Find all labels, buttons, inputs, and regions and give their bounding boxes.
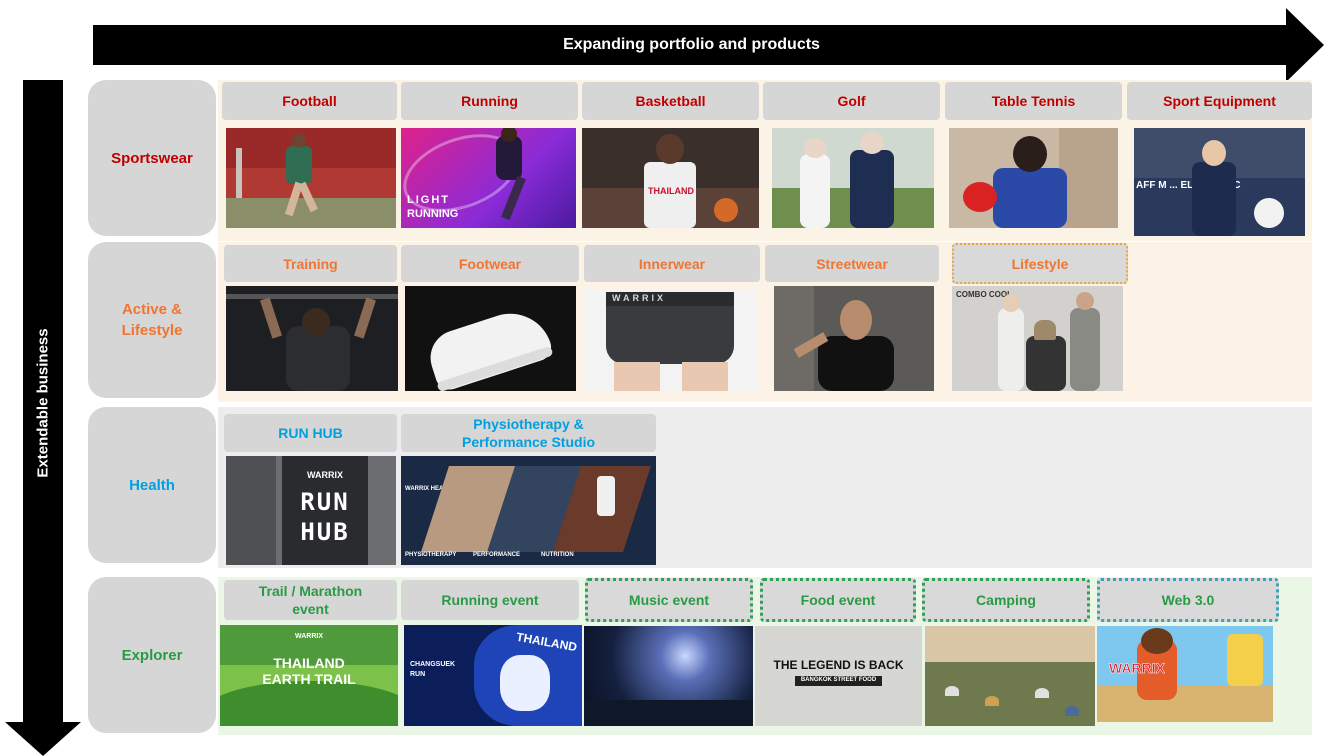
row-label-health: Health xyxy=(88,407,216,563)
changsuek-text-2: RUN xyxy=(410,671,426,678)
photo-run-hub: WARRIX RUN HUB xyxy=(226,456,396,565)
photo-streetwear xyxy=(774,286,934,391)
business-arrow-label-wrap: Extendable business xyxy=(23,80,63,725)
photo-football xyxy=(226,128,396,228)
row-label-sportswear-text: Sportswear xyxy=(111,149,193,167)
category-football: Football xyxy=(222,82,397,120)
category-innerwear-label: Innerwear xyxy=(638,255,706,272)
trail-text-1: THAILAND xyxy=(273,655,345,671)
photo-music-event xyxy=(584,626,753,726)
category-running: Running xyxy=(401,82,578,120)
category-training: Training xyxy=(224,245,397,282)
category-innerwear: Innerwear xyxy=(584,245,760,282)
category-web3: Web 3.0 xyxy=(1097,578,1279,622)
category-sport-equipment: Sport Equipment xyxy=(1127,82,1312,120)
category-running-event-label: Running event xyxy=(441,592,539,608)
business-arrow-label: Extendable business xyxy=(34,327,52,478)
category-running-event: Running event xyxy=(401,580,579,620)
physio-tag-3: NUTRITION xyxy=(541,552,574,558)
photo-golf xyxy=(772,128,934,228)
photo-physiotherapy: WARRIX HEALTH PHYSIOTHERAPY PERFORMANCE … xyxy=(401,456,656,565)
run-hub-text-2: HUB xyxy=(300,518,350,546)
photo-training xyxy=(226,286,398,391)
category-music-event: Music event xyxy=(585,578,753,622)
portfolio-arrow-head xyxy=(1286,8,1324,82)
category-table-tennis-label: Table Tennis xyxy=(991,93,1076,109)
category-golf: Golf xyxy=(763,82,940,120)
photo-sport-equipment: AFF M ... ELECTRIC C xyxy=(1134,128,1305,236)
physio-tag-1: PHYSIOTHERAPY xyxy=(405,552,457,558)
category-streetwear: Streetwear xyxy=(765,245,939,282)
category-camping-label: Camping xyxy=(976,592,1036,608)
physio-tag-2: PERFORMANCE xyxy=(473,552,521,558)
run-hub-brand-text: WARRIX xyxy=(307,470,343,480)
run-hub-text-1: RUN xyxy=(300,488,350,516)
row-label-active-line1: Active & xyxy=(121,301,182,318)
photo-running: LIGHT RUNNING xyxy=(401,128,576,228)
category-food-event: Food event xyxy=(760,578,916,622)
category-camping: Camping xyxy=(922,578,1090,622)
category-table-tennis: Table Tennis xyxy=(945,82,1122,120)
basketball-jersey-text: THAILAND xyxy=(648,186,694,196)
category-physiotherapy-line2: Performance Studio xyxy=(461,434,596,450)
photo-camping xyxy=(925,626,1095,726)
photo-trail: WARRIX THAILAND EARTH TRAIL xyxy=(220,625,398,726)
photo-lifestyle: COMBO COOL xyxy=(952,286,1123,391)
category-lifestyle: Lifestyle xyxy=(952,243,1128,284)
row-label-sportswear: Sportswear xyxy=(88,80,216,236)
row-label-active: Active & Lifestyle xyxy=(88,242,216,398)
category-football-label: Football xyxy=(282,93,337,109)
portfolio-arrow-label: Expanding portfolio and products xyxy=(563,36,820,53)
row-label-explorer-text: Explorer xyxy=(121,646,183,664)
food-sub-text: BANGKOK STREET FOOD xyxy=(800,677,877,683)
changsuek-text-1: CHANGSUEK xyxy=(410,661,456,668)
category-food-event-label: Food event xyxy=(800,592,876,608)
photo-innerwear: WARRIX xyxy=(584,290,758,391)
innerwear-band-text: WARRIX xyxy=(612,293,666,303)
category-running-label: Running xyxy=(461,93,518,109)
category-run-hub-label: RUN HUB xyxy=(278,425,343,441)
photo-footwear xyxy=(405,286,576,391)
category-physiotherapy-line1: Physiotherapy & xyxy=(473,416,584,432)
category-physiotherapy: Physiotherapy & Performance Studio xyxy=(401,414,656,452)
category-training-label: Training xyxy=(283,255,338,272)
category-trail-marathon-line1: Trail / Marathon xyxy=(258,583,363,599)
web3-title-text: WARRIX xyxy=(1109,660,1166,677)
category-sport-equipment-label: Sport Equipment xyxy=(1163,93,1276,109)
category-trail-marathon: Trail / Marathon event xyxy=(224,580,397,620)
category-footwear: Footwear xyxy=(401,245,579,282)
category-footwear-label: Footwear xyxy=(458,255,522,272)
photo-table-tennis xyxy=(949,128,1118,228)
food-title-text: THE LEGEND IS BACK xyxy=(773,658,904,672)
category-music-event-label: Music event xyxy=(628,592,710,608)
category-basketball-label: Basketball xyxy=(635,93,706,109)
category-lifestyle-label: Lifestyle xyxy=(1011,255,1069,272)
photo-running-event: CHANGSUEK RUN THAILAND xyxy=(404,625,582,726)
category-web3-label: Web 3.0 xyxy=(1161,592,1215,608)
trail-brand-text: WARRIX xyxy=(295,633,323,640)
photo-web3: WARRIX xyxy=(1097,626,1273,722)
business-arrow-head xyxy=(5,722,81,756)
category-trail-marathon-line2: event xyxy=(292,601,329,617)
category-run-hub: RUN HUB xyxy=(224,414,397,452)
category-basketball: Basketball xyxy=(582,82,759,120)
photo-basketball: THAILAND xyxy=(582,128,759,228)
row-label-health-text: Health xyxy=(129,476,175,494)
category-streetwear-label: Streetwear xyxy=(816,255,888,272)
row-label-explorer: Explorer xyxy=(88,577,216,733)
running-photo-text-2: RUNNING xyxy=(407,208,459,220)
row-label-active-line2: Lifestyle xyxy=(121,322,183,339)
trail-text-2: EARTH TRAIL xyxy=(262,671,356,687)
running-photo-text-1: LIGHT xyxy=(407,194,450,206)
photo-food-event: THE LEGEND IS BACK BANGKOK STREET FOOD xyxy=(755,626,922,726)
category-golf-label: Golf xyxy=(837,93,866,109)
